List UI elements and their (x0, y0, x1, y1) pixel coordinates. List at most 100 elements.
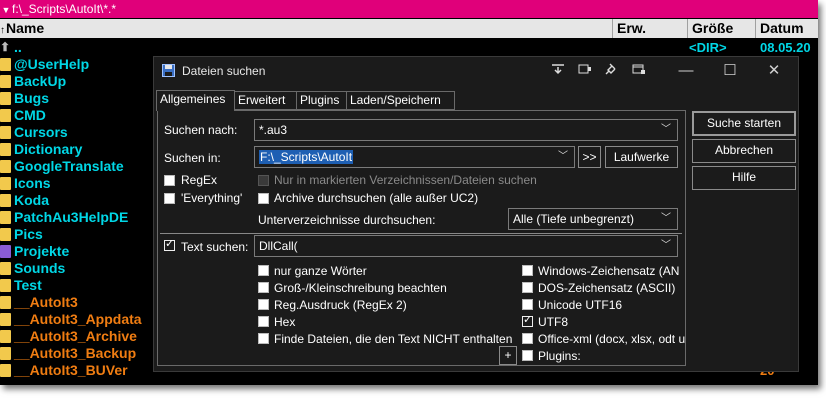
browse-arrows-button[interactable]: >> (578, 146, 601, 168)
everything-label: 'Everything' (181, 191, 243, 205)
archives-label: Archive durchsuchen (alle außer UC2) (274, 191, 479, 205)
file-name: Koda (14, 192, 49, 208)
folder-icon (0, 228, 11, 241)
windows-charset-checkbox[interactable] (522, 265, 533, 276)
dos-charset-label: DOS-Zeichensatz (ASCII) (538, 281, 676, 295)
parent-dir-icon: ⬆ (0, 40, 11, 54)
text-search-checkbox[interactable] (164, 237, 175, 251)
file-row[interactable]: ⬆.. <DIR> 08.05.20 (0, 39, 818, 56)
utf8-label: UTF8 (538, 315, 568, 329)
folder-icon (0, 160, 11, 173)
view-icon[interactable] (573, 60, 597, 82)
start-search-button[interactable]: Suche starten (692, 111, 796, 136)
text-search-value: DllCall( (259, 239, 298, 253)
file-name: Test (14, 277, 42, 293)
only-marked-label: Nur in markierten Verzeichnissen/Dateien… (274, 173, 537, 187)
file-name: Sounds (14, 260, 66, 276)
path-bar[interactable]: ▼ f:\_Scripts\AutoIt\*.* (0, 0, 818, 18)
find-files-dialog: Dateien suchen — ☐ ✕ Allgemeines Erweite… (153, 56, 799, 372)
office-xml-checkbox[interactable] (522, 333, 533, 344)
file-name: __AutoIt3 (14, 294, 78, 310)
only-marked-checkbox[interactable] (258, 175, 269, 186)
column-date[interactable]: Datum (755, 19, 818, 38)
add-plugin-button[interactable]: + (499, 346, 517, 365)
chevron-down-icon[interactable]: ﹀ (661, 120, 671, 140)
search-in-label: Suchen in: (164, 151, 221, 165)
dropdown-triangle-icon[interactable]: ▼ (0, 1, 12, 19)
plugins-checkbox[interactable] (522, 350, 533, 361)
pin-icon[interactable] (600, 60, 624, 82)
chevron-down-icon[interactable]: ﹀ (661, 209, 671, 229)
file-size: <DIR> (689, 40, 727, 55)
tab-laden-speichern[interactable]: Laden/Speichern (346, 91, 455, 110)
windows-charset-label: Windows-Zeichensatz (AN (538, 264, 680, 278)
subdirs-combo[interactable]: Alle (Tiefe unbegrenzt) ﹀ (508, 208, 678, 230)
folder-icon (0, 347, 11, 360)
folder-icon (0, 75, 11, 88)
hex-checkbox[interactable] (258, 316, 269, 327)
cancel-button[interactable]: Abbrechen (692, 139, 796, 163)
screenshot-area: ▼ f:\_Scripts\AutoIt\*.* ↑Name Erw. Größe… (0, 0, 818, 385)
case-sensitive-checkbox[interactable] (258, 282, 269, 293)
search-in-combo[interactable]: F:\_Scripts\AutoIt ﹀ (254, 146, 575, 168)
chevron-down-icon[interactable]: ﹀ (558, 147, 568, 167)
folder-icon (0, 330, 11, 343)
window-config-icon[interactable] (627, 60, 651, 82)
not-contain-checkbox[interactable] (258, 333, 269, 344)
file-name: Projekte (14, 243, 70, 259)
file-date: 08.05.20 (760, 40, 811, 55)
dos-charset-checkbox[interactable] (522, 282, 533, 293)
close-button[interactable]: ✕ (752, 57, 796, 85)
floppy-icon (162, 64, 175, 77)
regex2-label: Reg.Ausdruck (RegEx 2) (274, 298, 407, 312)
tab-allgemeines[interactable]: Allgemeines (156, 90, 235, 111)
folder-icon (0, 262, 11, 275)
file-name: Dictionary (14, 141, 83, 157)
file-name: __AutoIt3_BUVer (14, 362, 128, 378)
column-ext[interactable]: Erw. (612, 19, 687, 38)
office-xml-label: Office-xml (docx, xlsx, odt u (538, 332, 686, 346)
tab-erweitert[interactable]: Erweitert (234, 91, 297, 110)
folder-icon (0, 194, 11, 207)
folder-icon (0, 279, 11, 292)
maximize-button[interactable]: ☐ (708, 57, 752, 85)
folder-icon (0, 126, 11, 139)
file-name: PatchAu3HelpDE (14, 209, 129, 225)
file-name: __AutoIt3_Appdata (14, 311, 142, 327)
regex-checkbox[interactable] (164, 175, 175, 186)
tab-plugins[interactable]: Plugins (296, 91, 347, 110)
column-size[interactable]: Größe (687, 19, 755, 38)
utf16-checkbox[interactable] (522, 299, 533, 310)
file-name: CMD (14, 107, 46, 123)
file-name: Cursors (14, 124, 68, 140)
file-name: Bugs (14, 90, 49, 106)
folder-icon (0, 296, 11, 309)
file-name: .. (14, 39, 22, 55)
archives-checkbox[interactable] (258, 193, 269, 204)
subdirs-label: Unterverzeichnisse durchsuchen: (258, 213, 436, 227)
dialog-title: Dateien suchen (182, 64, 266, 78)
chevron-down-icon[interactable]: ﹀ (661, 236, 671, 256)
regex-label: RegEx (181, 173, 218, 187)
dialog-titlebar[interactable]: Dateien suchen — ☐ ✕ (154, 57, 798, 85)
text-search-combo[interactable]: DllCall( ﹀ (254, 235, 678, 257)
utf8-checkbox[interactable] (522, 313, 533, 327)
help-button[interactable]: Hilfe (692, 166, 796, 190)
column-name[interactable]: ↑Name (0, 19, 612, 38)
drives-button[interactable]: Laufwerke (605, 146, 678, 168)
folder-icon (0, 245, 11, 258)
plugins-label: Plugins: (538, 349, 581, 363)
search-in-value: F:\_Scripts\AutoIt (259, 150, 354, 164)
file-name: BackUp (14, 73, 67, 89)
regex2-checkbox[interactable] (258, 299, 269, 310)
folder-icon (0, 143, 11, 156)
search-for-combo[interactable]: *.au3 ﹀ (254, 119, 678, 141)
whole-words-checkbox[interactable] (258, 265, 269, 276)
folder-icon (0, 92, 11, 105)
case-sensitive-label: Groß-/Kleinschreibung beachten (274, 281, 447, 295)
minimize-button[interactable]: — (664, 57, 708, 85)
folder-icon (0, 211, 11, 224)
feed-to-list-icon[interactable] (546, 60, 570, 82)
everything-checkbox[interactable] (164, 193, 175, 204)
folder-icon (0, 364, 11, 377)
